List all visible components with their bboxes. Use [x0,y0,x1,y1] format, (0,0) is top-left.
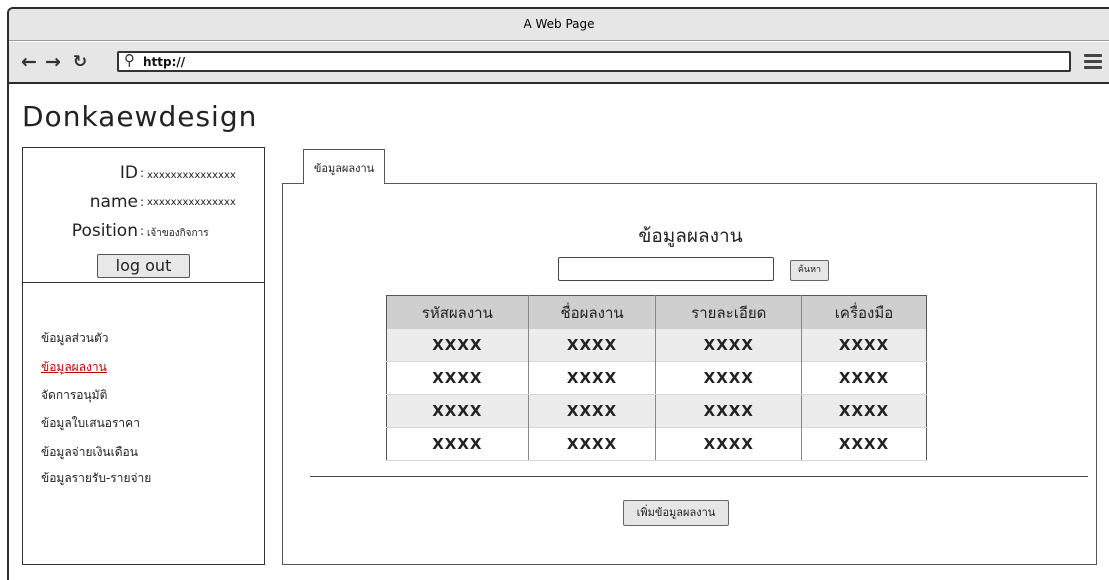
column-header-code: รหัสผลงาน [386,295,529,329]
portfolio-table: รหัสผลงาน ชื่อผลงาน รายละเอียด เครื่องมื… [386,295,927,461]
id-value: xxxxxxxxxxxxxxx [147,170,236,181]
sidebar-item-quotations[interactable]: ข้อมูลใบเสนอราคา [41,414,140,433]
id-label: ID [119,163,138,183]
table-header-row: รหัสผลงาน ชื่อผลงาน รายละเอียด เครื่องมื… [386,295,927,329]
table-cell: XXXX [386,427,529,461]
brand-title: Donkaewdesign [22,100,258,133]
table-cell: XXXX [528,361,657,395]
table-cell: XXXX [655,427,803,461]
browser-toolbar: ← → ↻ ⚲ http:// [9,42,1109,84]
sidebar-item-personal-info[interactable]: ข้อมูลส่วนตัว [41,329,108,348]
address-bar[interactable]: ⚲ http:// [117,51,1071,72]
table-cell: XXXX [655,394,803,428]
tab-portfolio[interactable]: ข้อมูลผลงาน [303,149,385,184]
table-cell: XXXX [528,427,657,461]
reload-icon[interactable]: ↻ [70,52,90,72]
window-title: A Web Page [523,17,595,31]
page-title: ข้อมูลผลงาน [638,225,743,247]
search-input[interactable] [558,257,774,281]
content-panel: ข้อมูลผลงาน ค้นหา รหัสผลงาน ชื่อผลงาน รา… [282,183,1097,565]
table-cell: XXXX [528,329,657,362]
address-text: http:// [143,55,186,69]
column-header-tools: เครื่องมือ [801,295,927,329]
sidebar-menu: ข้อมูลส่วนตัว ข้อมูลผลงาน จัดการอนุมัติ … [22,282,265,565]
name-separator: : [140,195,145,209]
arrow-right-icon[interactable]: → [43,52,63,72]
table-row: XXXX XXXX XXXX XXXX [386,361,927,395]
table-cell: XXXX [386,394,529,428]
id-separator: : [140,166,145,180]
search-button[interactable]: ค้นหา [790,260,829,281]
name-label: name [89,192,138,212]
column-header-details: รายละเอียด [655,295,803,329]
sidebar-item-payroll[interactable]: ข้อมูลจ่ายเงินเดือน [41,443,138,462]
arrow-left-icon[interactable]: ← [19,52,39,72]
table-row: XXXX XXXX XXXX XXXX [386,329,927,362]
table-cell: XXXX [386,329,529,362]
sidebar-item-portfolio[interactable]: ข้อมูลผลงาน [41,358,107,377]
sidebar-item-income-expense[interactable]: ข้อมูลรายรับ-รายจ่าย [41,469,151,488]
table-cell: XXXX [801,427,927,461]
name-value: xxxxxxxxxxxxxxx [147,197,236,208]
table-cell: XXXX [655,329,803,362]
table-cell: XXXX [801,329,927,362]
position-label: Position [71,221,138,241]
profile-panel: ID : xxxxxxxxxxxxxxx name : xxxxxxxxxxxx… [22,147,265,283]
title-bar: A Web Page [9,9,1109,41]
sidebar-item-approvals[interactable]: จัดการอนุมัติ [41,386,107,405]
hamburger-menu-icon[interactable] [1084,54,1102,70]
table-cell: XXXX [801,394,927,428]
table-cell: XXXX [386,361,529,395]
add-portfolio-button[interactable]: เพิ่มข้อมูลผลงาน [623,500,729,526]
search-icon: ⚲ [124,51,135,69]
table-cell: XXXX [655,361,803,395]
table-row: XXXX XXXX XXXX XXXX [386,394,927,428]
position-value: เจ้าของกิจการ [147,228,209,239]
table-row: XXXX XXXX XXXX XXXX [386,427,927,461]
logout-button[interactable]: log out [97,254,190,278]
position-separator: : [140,224,145,238]
table-cell: XXXX [528,394,657,428]
column-header-name: ชื่อผลงาน [528,295,657,329]
divider [310,476,1088,477]
table-cell: XXXX [801,361,927,395]
